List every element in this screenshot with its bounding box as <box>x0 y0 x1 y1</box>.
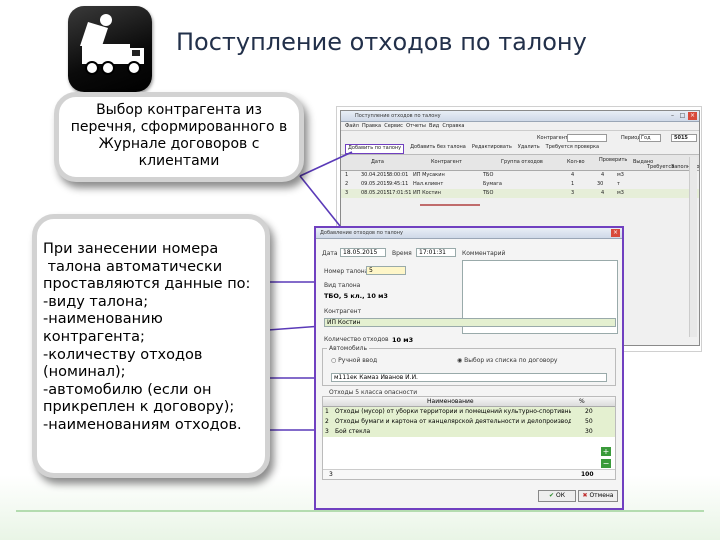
waste-row-name: Бой стекла <box>335 428 371 435</box>
vehicle-select[interactable]: м111ек Камаз Иванов И.И. <box>331 373 607 382</box>
waste-group: Отходы 5 класса опасности Наименование %… <box>322 389 616 480</box>
waste-row[interactable]: 2 Отходы бумаги и картона от канцелярско… <box>323 417 615 427</box>
waste-table-header: Наименование % <box>323 397 615 407</box>
contractor-callout-text: Выбор контрагента из перечня, сформирова… <box>70 102 288 169</box>
dialog-titlebar: Добавление отходов по талону × <box>316 228 622 239</box>
waste-total: 100 <box>581 471 594 478</box>
waste-header-name: Наименование <box>427 398 474 405</box>
ok-label: ОК <box>555 492 565 499</box>
ticket-number-label: Номер талона <box>324 268 369 275</box>
quantity-label: Количество отходов <box>324 336 389 343</box>
list-radio[interactable]: ◉ Выбор из списка по договору <box>457 357 557 364</box>
connector-line <box>299 175 341 227</box>
ticket-type-value: ТБО, 5 кл., 10 м3 <box>324 292 388 300</box>
cancel-button[interactable]: ✖ Отмена <box>578 490 618 502</box>
time-label: Время <box>392 250 412 257</box>
vehicle-group-label: Автомобиль <box>327 345 369 352</box>
ok-button[interactable]: ✔ ОК <box>538 490 576 502</box>
ticket-type-label: Вид талона <box>324 282 361 289</box>
manual-radio-label: Ручной ввод <box>338 357 378 364</box>
bottom-rule <box>16 510 704 512</box>
cancel-label: Отмена <box>589 492 614 499</box>
check-icon: ✔ <box>549 492 555 499</box>
manual-radio[interactable]: ○ Ручной ввод <box>331 357 377 364</box>
cancel-icon: ✖ <box>582 492 588 499</box>
waste-row[interactable]: 1 Отходы (мусор) от уборки территории и … <box>323 407 615 417</box>
waste-row-pct: 50 <box>585 418 593 425</box>
waste-table-footer: 3 100 <box>323 469 615 479</box>
contractor-callout: Выбор контрагента из перечня, сформирова… <box>54 92 304 182</box>
add-ticket-dialog: Добавление отходов по талону × Дата 18.0… <box>314 226 624 510</box>
waste-row-pct: 30 <box>585 428 593 435</box>
ticket-number-input[interactable]: 5 <box>366 266 406 275</box>
waste-row-number: 2 <box>325 418 329 425</box>
waste-row[interactable]: 3 Бой стекла 30 <box>323 427 615 437</box>
waste-row-number: 3 <box>325 428 329 435</box>
waste-row-number: 1 <box>325 408 329 415</box>
vehicle-group: Автомобиль ○ Ручной ввод ◉ Выбор из спис… <box>322 345 616 386</box>
time-field[interactable]: 17:01:31 <box>416 248 456 257</box>
waste-row-name: Отходы (мусор) от уборки территории и по… <box>335 408 571 415</box>
quantity-value: 10 м3 <box>392 336 414 344</box>
date-field[interactable]: 18.05.2015 <box>340 248 386 257</box>
date-label: Дата <box>322 250 338 257</box>
waste-count: 3 <box>329 471 333 478</box>
remove-row-icon[interactable]: − <box>601 459 611 468</box>
list-radio-label: Выбор из списка по договору <box>464 357 558 364</box>
contractor-select[interactable]: ИП Костин <box>324 318 616 327</box>
dialog-title: Добавление отходов по талону <box>320 230 403 236</box>
waste-header-pct: % <box>579 398 585 405</box>
waste-group-label: Отходы 5 класса опасности <box>327 389 420 396</box>
connector-line <box>299 151 353 177</box>
close-icon[interactable]: × <box>611 229 620 237</box>
waste-row-name: Отходы бумаги и картона от канцелярской … <box>335 418 571 425</box>
waste-row-pct: 20 <box>585 408 593 415</box>
comment-label: Комментарий <box>462 250 506 257</box>
autofill-callout: При занесении номера талона автоматическ… <box>32 214 270 478</box>
contractor-label: Контрагент <box>324 308 362 315</box>
add-row-icon[interactable]: + <box>601 447 611 456</box>
autofill-callout-text: При занесении номера талона автоматическ… <box>43 241 251 433</box>
